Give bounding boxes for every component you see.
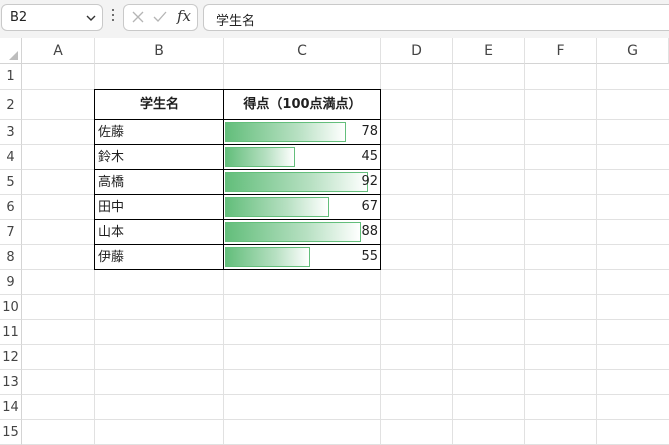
table-border (94, 89, 95, 270)
column-header-g[interactable]: G (597, 38, 669, 64)
formula-input[interactable]: 学生名 (203, 4, 669, 31)
row-header-15[interactable]: 15 (0, 420, 22, 445)
data-bar (225, 247, 310, 267)
row-header-8[interactable]: 8 (0, 245, 22, 270)
table-border (94, 89, 381, 90)
row-header-1[interactable]: 1 (0, 64, 22, 90)
enter-check-icon[interactable] (153, 10, 167, 24)
score-cell[interactable]: 55 (224, 245, 381, 270)
formula-buttons: fx (123, 4, 198, 31)
student-name-cell[interactable]: 高橋 (95, 170, 224, 195)
name-box[interactable]: B2 (1, 4, 103, 31)
table-border (94, 169, 381, 170)
score-cell[interactable]: 88 (224, 220, 381, 245)
student-name-cell[interactable]: 鈴木 (95, 145, 224, 170)
column-header-a[interactable]: A (22, 38, 95, 64)
header-cell-student-name[interactable]: 学生名 (95, 90, 224, 120)
column-header-c[interactable]: C (224, 38, 381, 64)
table-border (94, 269, 381, 270)
row-header-14[interactable]: 14 (0, 395, 22, 420)
data-bar (225, 147, 295, 167)
score-value: 55 (361, 249, 378, 264)
row-header-7[interactable]: 7 (0, 220, 22, 245)
table-border (94, 244, 381, 245)
row-header-4[interactable]: 4 (0, 145, 22, 170)
select-all-corner[interactable] (0, 38, 22, 64)
data-bar (225, 222, 361, 242)
row-header-9[interactable]: 9 (0, 270, 22, 295)
column-header-f[interactable]: F (525, 38, 597, 64)
table-border (94, 119, 381, 120)
score-value: 88 (361, 224, 378, 239)
student-name-cell[interactable]: 山本 (95, 220, 224, 245)
table-border (223, 89, 224, 270)
score-cell[interactable]: 67 (224, 195, 381, 220)
more-options-icon[interactable] (110, 9, 116, 25)
score-value: 45 (361, 149, 378, 164)
chevron-down-icon[interactable] (86, 13, 96, 23)
name-box-value: B2 (10, 10, 28, 25)
data-bar (225, 122, 346, 142)
score-value: 67 (361, 199, 378, 214)
row-header-11[interactable]: 11 (0, 320, 22, 345)
row-header-13[interactable]: 13 (0, 370, 22, 395)
row-header-6[interactable]: 6 (0, 195, 22, 220)
formula-bar: B2 fx 学生名 (0, 0, 669, 38)
row-header-2[interactable]: 2 (0, 90, 22, 120)
score-cell[interactable]: 92 (224, 170, 381, 195)
score-value: 78 (361, 124, 378, 139)
data-bar (225, 172, 368, 192)
student-name-cell[interactable]: 田中 (95, 195, 224, 220)
student-name-cell[interactable]: 佐藤 (95, 120, 224, 145)
cancel-icon[interactable] (131, 10, 145, 24)
data-bar (225, 197, 329, 217)
column-header-d[interactable]: D (381, 38, 453, 64)
table-border (94, 144, 381, 145)
student-name-cell[interactable]: 伊藤 (95, 245, 224, 270)
row-header-5[interactable]: 5 (0, 170, 22, 195)
table-border (94, 219, 381, 220)
score-cell[interactable]: 78 (224, 120, 381, 145)
header-cell-score[interactable]: 得点（100点満点） (224, 90, 381, 120)
row-header-10[interactable]: 10 (0, 295, 22, 320)
table-border (380, 89, 381, 270)
table-border (94, 194, 381, 195)
score-value: 92 (361, 174, 378, 189)
formula-input-value: 学生名 (216, 14, 256, 29)
insert-function-button[interactable]: fx (177, 7, 191, 25)
row-header-12[interactable]: 12 (0, 345, 22, 370)
column-header-e[interactable]: E (453, 38, 525, 64)
column-header-b[interactable]: B (95, 38, 224, 64)
row-header-3[interactable]: 3 (0, 120, 22, 145)
score-cell[interactable]: 45 (224, 145, 381, 170)
